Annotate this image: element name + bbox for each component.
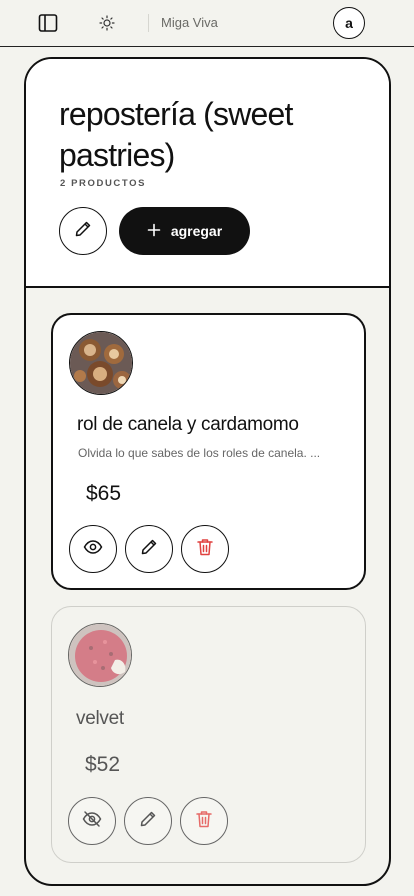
toggle-visibility-button[interactable]	[68, 797, 116, 845]
sidebar-toggle-icon[interactable]	[37, 12, 59, 34]
product-card[interactable]: rol de canela y cardamomo Olvida lo que …	[51, 313, 366, 590]
product-image	[69, 331, 133, 395]
product-description: Olvida lo que sabes de los roles de cane…	[78, 446, 321, 460]
category-header: repostería (sweet pastries) 2 PRODUCTOS …	[26, 59, 389, 288]
add-product-button[interactable]: agregar	[119, 207, 250, 255]
toggle-visibility-button[interactable]	[69, 525, 117, 573]
delete-product-button[interactable]	[180, 797, 228, 845]
product-name: velvet	[76, 708, 124, 729]
trash-icon	[194, 809, 214, 834]
delete-product-button[interactable]	[181, 525, 229, 573]
pencil-icon	[139, 537, 159, 562]
pencil-icon	[73, 219, 93, 244]
eye-icon	[83, 537, 103, 562]
divider	[148, 14, 149, 32]
add-button-label: agregar	[170, 223, 223, 239]
avatar[interactable]: a	[333, 7, 365, 39]
trash-icon	[195, 537, 215, 562]
category-title: repostería (sweet pastries)	[59, 96, 293, 173]
product-image	[68, 623, 132, 687]
edit-product-button[interactable]	[125, 525, 173, 573]
sun-icon[interactable]	[96, 12, 118, 34]
plus-icon	[147, 223, 161, 240]
product-actions	[68, 797, 228, 845]
product-price: $52	[85, 753, 121, 776]
brand-name: Miga Viva	[161, 15, 218, 30]
product-count: 2 PRODUCTOS	[60, 178, 147, 189]
eye-off-icon	[82, 809, 102, 834]
product-actions	[69, 525, 229, 573]
product-card[interactable]: velvet $52	[51, 606, 366, 863]
product-name: rol de canela y cardamomo	[77, 414, 299, 435]
top-bar: Miga Viva a	[0, 0, 414, 47]
pencil-icon	[138, 809, 158, 834]
product-price: $65	[86, 482, 122, 505]
edit-category-button[interactable]	[59, 207, 107, 255]
category-panel: repostería (sweet pastries) 2 PRODUCTOS …	[24, 57, 391, 886]
edit-product-button[interactable]	[124, 797, 172, 845]
